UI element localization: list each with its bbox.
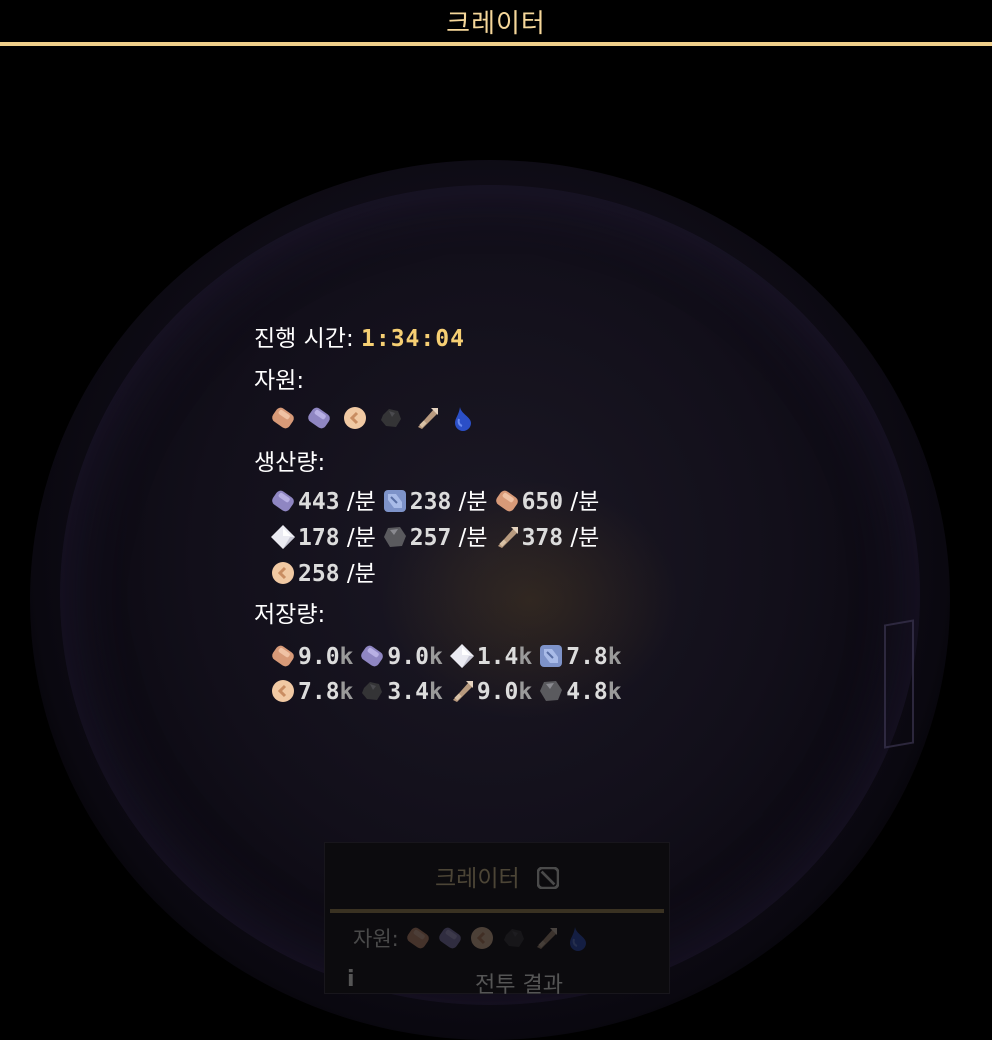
production-unit: /분 — [346, 525, 376, 551]
lead-bar-icon — [270, 488, 296, 514]
storage-value: 9.0 — [476, 679, 519, 705]
storage-item: 9.0k — [359, 643, 443, 670]
sand-icon — [469, 925, 495, 951]
lead-bar-icon — [306, 405, 332, 431]
titanium-icon — [382, 488, 408, 514]
titanium-icon — [538, 643, 564, 669]
storage-suffix: k — [428, 644, 443, 670]
battle-result-button[interactable]: 전투 결과 — [475, 967, 563, 999]
metaglass-icon — [270, 524, 296, 550]
storage-suffix: k — [339, 679, 354, 705]
sand-icon — [270, 560, 296, 586]
storage-value: 1.4 — [476, 644, 519, 670]
storage-row: 9.0k 9.0k 1.4k 7.8k — [270, 642, 628, 672]
title-bar: 크레이터 — [0, 0, 992, 46]
info-icon[interactable]: i — [347, 967, 355, 992]
storage-value: 9.0 — [298, 644, 340, 670]
storage-value: 7.8 — [566, 644, 608, 670]
storage-row: 7.8k 3.4k 9.0k 4.8k — [270, 677, 628, 707]
lead-bar-icon — [437, 925, 463, 951]
storage-value: 7.8 — [298, 679, 340, 705]
production-value: 238 — [409, 489, 452, 515]
production-item: 378 /분 — [494, 524, 600, 551]
production-row: 178 /분 257 /분 378 /분 — [270, 523, 605, 553]
production-label: 생산량: — [254, 450, 326, 476]
sector-panel[interactable]: 크레이터 자원: i 전투 결과 — [324, 842, 670, 998]
sand-icon — [270, 678, 296, 704]
sector-title: 크레이터 — [446, 8, 546, 39]
production-item: 443 /분 — [270, 489, 376, 515]
production-unit: /분 — [346, 561, 376, 587]
copper-bar-icon — [270, 405, 296, 431]
storage-suffix: k — [607, 644, 622, 670]
copper-bar-icon — [494, 488, 520, 514]
production-value: 443 — [298, 489, 340, 515]
production-value: 178 — [298, 525, 340, 551]
storage-item: 3.4k — [359, 678, 443, 705]
storage-item: 9.0k — [270, 644, 353, 670]
coal-icon — [378, 405, 404, 431]
sector-panel-title: 크레이터 — [435, 866, 520, 892]
background-shard — [884, 619, 914, 749]
production-unit: /분 — [346, 489, 376, 515]
storage-item: 9.0k — [449, 679, 532, 705]
production-row: 258 /분 — [270, 559, 382, 589]
storage-suffix: k — [428, 679, 443, 705]
storage-suffix: k — [518, 644, 533, 670]
production-unit: /분 — [458, 525, 488, 551]
production-item: 258 /분 — [270, 561, 376, 587]
scrap-icon — [414, 405, 440, 431]
coal-icon — [359, 678, 385, 704]
production-value: 257 — [409, 525, 452, 551]
storage-value: 3.4 — [387, 679, 429, 705]
water-drop-icon — [565, 925, 591, 951]
production-value: 650 — [521, 489, 564, 515]
metaglass-icon — [449, 643, 475, 669]
storage-item: 4.8k — [538, 678, 622, 705]
storage-item: 1.4k — [449, 644, 532, 670]
sector-panel-divider — [330, 909, 664, 913]
coal-icon — [501, 925, 527, 951]
elapsed-time-value: 1:34:04 — [361, 326, 465, 352]
graphite-icon — [538, 678, 564, 704]
graphite-icon — [382, 524, 408, 550]
resources-label: 자원: — [254, 368, 305, 394]
production-value: 258 — [298, 561, 340, 587]
resources-icon-row — [270, 404, 486, 434]
sand-icon — [342, 405, 368, 431]
sector-panel-title-row: 크레이터 — [325, 859, 669, 893]
storage-item: 7.8k — [538, 643, 622, 670]
production-item: 178 /분 — [270, 525, 376, 551]
production-unit: /분 — [458, 489, 488, 515]
storage-suffix: k — [339, 644, 354, 670]
copper-bar-icon — [270, 643, 296, 669]
copper-bar-icon — [405, 925, 431, 951]
sector-panel-resources: 자원: — [353, 923, 597, 953]
storage-value: 9.0 — [387, 644, 429, 670]
production-item: 650 /분 — [494, 488, 600, 515]
lead-bar-icon — [359, 643, 385, 669]
storage-item: 7.8k — [270, 679, 353, 705]
storage-suffix: k — [518, 679, 533, 705]
production-value: 378 — [521, 525, 564, 551]
elapsed-time-label: 진행 시간: — [254, 326, 354, 352]
scrap-icon — [449, 678, 475, 704]
scrap-icon — [494, 524, 520, 550]
blocked-icon — [537, 867, 559, 889]
storage-value: 4.8 — [566, 679, 608, 705]
sector-panel-resources-label: 자원: — [353, 927, 399, 951]
production-unit: /분 — [570, 489, 600, 515]
water-drop-icon — [450, 405, 476, 431]
production-item: 257 /분 — [382, 525, 488, 551]
production-unit: /분 — [570, 525, 600, 551]
elapsed-time-line: 진행 시간: 1:34:04 — [254, 324, 465, 354]
production-item: 238 /분 — [382, 489, 488, 515]
storage-label: 저장량: — [254, 602, 326, 628]
scrap-icon — [533, 925, 559, 951]
production-row: 443 /분 238 /분 650 /분 — [270, 487, 605, 517]
storage-suffix: k — [607, 679, 622, 705]
